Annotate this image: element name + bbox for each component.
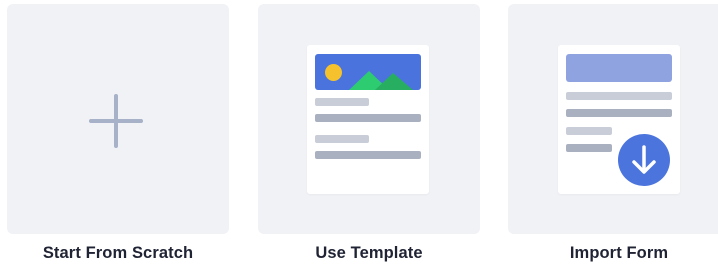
- text-line-placeholder: [566, 127, 612, 135]
- image-placeholder-icon: [315, 54, 421, 90]
- text-line-placeholder: [315, 151, 421, 159]
- download-arrow-icon: [618, 134, 670, 186]
- use-template-option[interactable]: Use Template: [258, 4, 480, 267]
- text-line-placeholder: [566, 92, 672, 100]
- plus-icon: [89, 94, 143, 148]
- text-line-placeholder: [315, 114, 421, 122]
- text-line-placeholder: [566, 109, 672, 117]
- import-form-option[interactable]: Import Form: [508, 4, 718, 267]
- text-line-placeholder: [315, 98, 369, 106]
- text-line-placeholder: [315, 135, 369, 143]
- start-from-scratch-tile[interactable]: [7, 4, 229, 234]
- start-from-scratch-option[interactable]: Start From Scratch: [7, 4, 229, 267]
- use-template-label: Use Template: [315, 244, 423, 262]
- import-form-label: Import Form: [569, 244, 669, 262]
- use-template-tile[interactable]: [258, 4, 480, 234]
- mountain-icon: [349, 71, 413, 90]
- text-line-placeholder: [566, 144, 612, 152]
- template-document-icon: [307, 45, 429, 194]
- import-form-tile[interactable]: [508, 4, 718, 234]
- start-from-scratch-label: Start From Scratch: [42, 244, 194, 262]
- header-placeholder: [566, 54, 672, 82]
- import-document-icon: [558, 45, 680, 194]
